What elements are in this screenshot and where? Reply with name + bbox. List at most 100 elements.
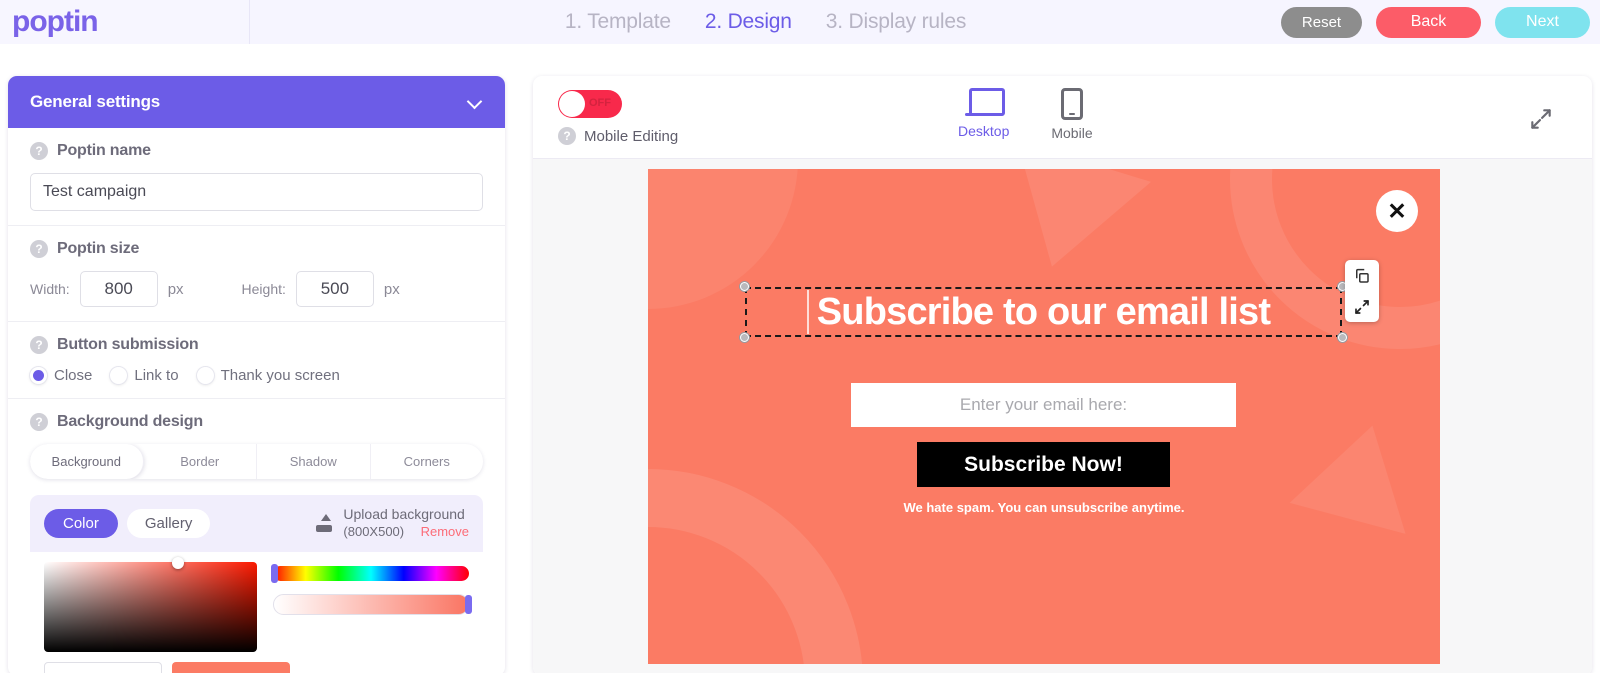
upload-icon[interactable] xyxy=(314,513,334,534)
radio-thank-you-dot[interactable] xyxy=(196,367,214,384)
email-placeholder: Enter your email here: xyxy=(959,395,1128,414)
hue-slider[interactable] xyxy=(271,564,469,583)
current-color-swatch[interactable] xyxy=(172,662,290,673)
chevron-down-icon[interactable] xyxy=(467,94,483,110)
poptin-size-title: ? Poptin size xyxy=(30,240,483,258)
saturation-box[interactable] xyxy=(44,557,257,652)
remove-background-link[interactable]: Remove xyxy=(421,524,469,539)
question-mark-icon[interactable]: ? xyxy=(30,240,48,258)
upload-zone[interactable]: Upload background (800X500) Remove xyxy=(314,506,469,541)
height-input[interactable] xyxy=(295,271,374,307)
saturation-handle[interactable] xyxy=(172,557,184,569)
headline-text[interactable]: Subscribe to our email list xyxy=(745,287,1342,337)
size-row: Width: px Height: px xyxy=(30,271,483,307)
email-input-field[interactable]: Enter your email here: xyxy=(851,383,1236,427)
general-settings-header[interactable]: General settings xyxy=(8,76,505,128)
height-unit: px xyxy=(383,280,400,298)
headline-element[interactable]: Subscribe to our email list xyxy=(740,260,1379,342)
radio-close-label: Close xyxy=(54,367,93,384)
upload-sub-row: (800X500) Remove xyxy=(343,523,469,541)
question-mark-icon[interactable]: ? xyxy=(558,127,576,145)
desktop-label: Desktop xyxy=(958,123,1010,139)
mode-color-button[interactable]: Color xyxy=(44,509,118,538)
close-icon: ✕ xyxy=(1387,197,1407,224)
button-submission-label: Button submission xyxy=(57,336,199,353)
width-input[interactable] xyxy=(79,271,158,307)
wizard-steps: 1. Template 2. Design 3. Display rules xyxy=(250,10,1281,34)
top-bar: poptin 1. Template 2. Design 3. Display … xyxy=(0,0,1600,44)
width-unit: px xyxy=(167,280,184,298)
panel-title: General settings xyxy=(30,92,161,111)
move-resize-icon[interactable] xyxy=(1353,298,1371,316)
canvas-toolbar: OFF ? Mobile Editing Desktop Mobile xyxy=(533,76,1592,159)
radio-link-to-label: Link to xyxy=(134,367,179,384)
toggle-state-label: OFF xyxy=(589,97,611,109)
background-design-title: ? Background design xyxy=(30,413,483,431)
step-template[interactable]: 1. Template xyxy=(565,10,671,34)
alpha-slider[interactable] xyxy=(273,594,472,615)
poptin-name-section: ? Poptin name xyxy=(8,128,505,226)
question-mark-icon[interactable]: ? xyxy=(30,336,48,354)
poptin-logo[interactable]: poptin xyxy=(12,7,99,37)
alpha-handle[interactable] xyxy=(465,595,472,614)
tab-border[interactable]: Border xyxy=(144,444,257,479)
device-mobile[interactable]: Mobile xyxy=(1051,88,1093,141)
next-button[interactable]: Next xyxy=(1495,6,1590,38)
preview-canvas: OFF ? Mobile Editing Desktop Mobile ✕ Su… xyxy=(533,76,1592,673)
mobile-icon xyxy=(1060,88,1083,120)
question-mark-icon[interactable]: ? xyxy=(30,142,48,160)
upload-dimensions: (800X500) xyxy=(343,524,405,539)
step-display-rules[interactable]: 3. Display rules xyxy=(826,10,967,34)
tab-shadow[interactable]: Shadow xyxy=(257,444,371,479)
background-design-tabs: Background Border Shadow Corners xyxy=(30,444,483,479)
color-card-header: Color Gallery Upload background (800X500… xyxy=(30,495,483,552)
mobile-label: Mobile xyxy=(1051,125,1093,141)
mobile-editing-label: Mobile Editing xyxy=(584,127,679,145)
spam-disclaimer: We hate spam. You can unsubscribe anytim… xyxy=(903,500,1185,515)
submission-radio-group: Close Link to Thank you screen xyxy=(30,367,483,384)
back-button[interactable]: Back xyxy=(1376,6,1481,38)
device-desktop[interactable]: Desktop xyxy=(958,88,1009,141)
upload-background-label: Upload background xyxy=(343,506,465,522)
toggle-knob xyxy=(559,91,585,117)
radio-link-to-dot[interactable] xyxy=(110,367,128,384)
poptin-name-title: ? Poptin name xyxy=(30,142,483,160)
radio-link-to[interactable]: Link to xyxy=(110,367,179,384)
settings-sidebar: General settings ? Poptin name ? Poptin … xyxy=(8,76,505,673)
poptin-editor: poptin 1. Template 2. Design 3. Display … xyxy=(0,0,1600,673)
color-sliders xyxy=(271,562,472,652)
upload-text-block: Upload background (800X500) Remove xyxy=(343,506,469,541)
question-mark-icon[interactable]: ? xyxy=(30,413,48,431)
expand-arrows-icon[interactable] xyxy=(1528,106,1554,132)
background-design-label: Background design xyxy=(57,413,203,430)
radio-thank-you-label: Thank you screen xyxy=(220,367,340,384)
duplicate-icon[interactable] xyxy=(1353,267,1371,285)
decorative-triangle-top xyxy=(984,169,1152,288)
radio-thank-you-screen[interactable]: Thank you screen xyxy=(196,367,340,384)
decorative-triangle-right xyxy=(1289,410,1431,534)
background-design-section: ? Background design Background Border Sh… xyxy=(8,399,505,485)
desktop-icon xyxy=(964,88,1005,118)
poptin-name-label: Poptin name xyxy=(57,142,151,159)
height-label: Height: xyxy=(241,281,286,297)
decorative-ring-bottom-left xyxy=(648,469,863,664)
step-design[interactable]: 2. Design xyxy=(705,10,792,34)
radio-close-dot[interactable] xyxy=(30,367,47,384)
hex-row xyxy=(30,660,483,673)
hex-input[interactable] xyxy=(44,662,162,673)
device-switcher: Desktop Mobile xyxy=(958,88,1093,141)
poptin-size-label: Poptin size xyxy=(57,240,140,257)
reset-button[interactable]: Reset xyxy=(1281,6,1362,38)
poptin-name-input[interactable] xyxy=(30,173,483,211)
hue-handle[interactable] xyxy=(271,564,278,583)
mode-gallery-button[interactable]: Gallery xyxy=(126,509,211,538)
radio-close[interactable]: Close xyxy=(30,367,92,384)
mobile-editing-toggle[interactable]: OFF xyxy=(558,90,622,118)
tab-corners[interactable]: Corners xyxy=(371,444,484,479)
button-submission-section: ? Button submission Close Link to Thank … xyxy=(8,322,505,399)
subscribe-button[interactable]: Subscribe Now! xyxy=(917,442,1170,487)
tab-background[interactable]: Background xyxy=(30,444,144,479)
button-submission-title: ? Button submission xyxy=(30,336,483,354)
popup-close-button[interactable]: ✕ xyxy=(1376,190,1418,232)
element-toolbar xyxy=(1345,260,1379,322)
